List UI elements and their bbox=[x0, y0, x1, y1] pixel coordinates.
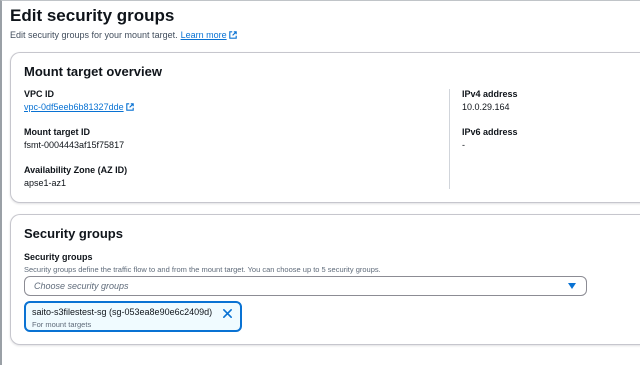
az-value: apse1-az1 bbox=[24, 178, 67, 188]
page-title: Edit security groups bbox=[10, 6, 175, 25]
security-groups-field-description: Security groups define the traffic flow … bbox=[24, 265, 381, 274]
token-description: For mount targets bbox=[32, 320, 92, 329]
security-group-token: saito-s3filestest-sg (sg-053ea8e90e6c240… bbox=[24, 301, 242, 332]
caret-down-icon bbox=[568, 283, 576, 289]
overview-title: Mount target overview bbox=[24, 64, 162, 79]
select-placeholder: Choose security groups bbox=[34, 281, 129, 291]
security-groups-select[interactable]: Choose security groups bbox=[24, 276, 587, 296]
page-description: Edit security groups for your mount targ… bbox=[10, 30, 237, 40]
security-groups-card: Security groups Security groups Security… bbox=[10, 214, 640, 345]
security-groups-field-label: Security groups bbox=[24, 252, 93, 262]
vpc-id-value: vpc-0df5eeb6b81327dde bbox=[24, 102, 134, 112]
security-groups-title: Security groups bbox=[24, 226, 123, 241]
vpc-id-link-text: vpc-0df5eeb6b81327dde bbox=[24, 102, 124, 112]
learn-more-link[interactable]: Learn more bbox=[181, 30, 237, 40]
page-description-text: Edit security groups for your mount targ… bbox=[10, 30, 178, 40]
page-frame: Edit security groups Edit security group… bbox=[0, 0, 640, 365]
ipv4-label: IPv4 address bbox=[462, 89, 518, 99]
mount-target-id-label: Mount target ID bbox=[24, 127, 90, 137]
close-icon[interactable] bbox=[222, 308, 233, 319]
vpc-id-label: VPC ID bbox=[24, 89, 55, 99]
ipv6-value: - bbox=[462, 140, 465, 150]
external-link-icon bbox=[228, 31, 237, 39]
column-divider bbox=[449, 89, 450, 189]
vpc-id-link[interactable]: vpc-0df5eeb6b81327dde bbox=[24, 102, 134, 112]
ipv6-label: IPv6 address bbox=[462, 127, 518, 137]
mount-target-id-value: fsmt-0004443af15f75817 bbox=[24, 140, 125, 150]
az-label: Availability Zone (AZ ID) bbox=[24, 165, 128, 175]
token-label: saito-s3filestest-sg (sg-053ea8e90e6c240… bbox=[32, 307, 213, 317]
mount-target-overview-card: Mount target overview VPC ID vpc-0df5eeb… bbox=[10, 52, 640, 203]
ipv4-value: 10.0.29.164 bbox=[462, 102, 510, 112]
external-link-icon bbox=[125, 103, 134, 111]
learn-more-label: Learn more bbox=[180, 30, 227, 40]
